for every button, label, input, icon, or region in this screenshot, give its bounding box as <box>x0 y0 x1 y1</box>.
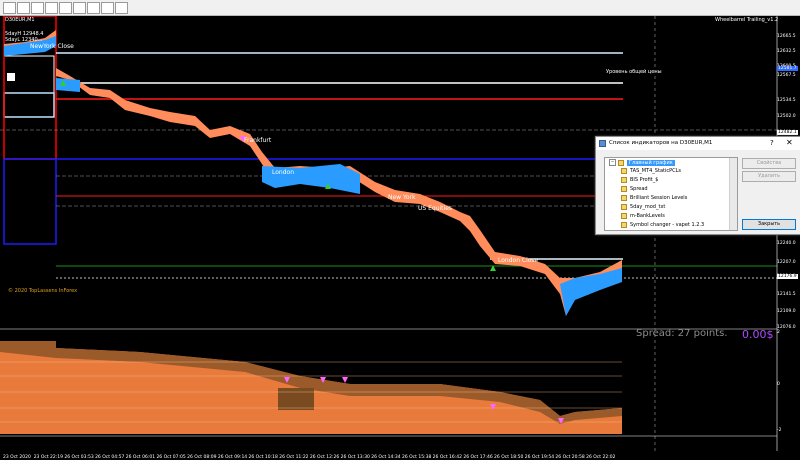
price-axis-label: 12632.5 <box>777 49 796 54</box>
toolbar-button-6[interactable] <box>73 2 86 14</box>
tree-item[interactable]: m-BankLevels <box>621 212 665 220</box>
time-axis-label: 26 Oct 18:50 <box>494 455 524 460</box>
marker-square <box>7 73 15 81</box>
symbol-title: D30EUR,M1 <box>5 17 35 23</box>
indicator-icon <box>621 212 627 219</box>
tree-item-label: Brilliant Session Levels <box>630 195 688 201</box>
indicator-icon <box>621 203 627 210</box>
time-axis-label: 26 Oct 06:01 <box>125 455 156 460</box>
spread-readout: Spread: 27 points. <box>636 328 728 339</box>
close-button[interactable]: Закрыть <box>742 219 796 230</box>
time-axis-label: 26 Oct 22:02 <box>586 455 616 460</box>
profit-readout: 0.00$ <box>742 328 774 341</box>
dialog-titlebar[interactable]: Список индикаторов на D30EUR,M1 ? ✕ <box>596 137 800 150</box>
tree-item-label: Symbol changer - vapet 1.2.3 <box>630 222 705 228</box>
tree-item-label: TAS_MT4_StaticPCLs <box>630 168 682 174</box>
time-axis-label: 26 Oct 13:30 <box>340 455 370 460</box>
time-axis-label: 23 Oct 2020 <box>3 455 31 460</box>
time-axis-label: 26 Oct 15:38 <box>401 455 432 460</box>
time-axis-label: 26 Oct 07:05 <box>156 455 186 460</box>
toolbar-button-8[interactable] <box>101 2 114 14</box>
price-tag-white: 12482.1 <box>777 130 798 135</box>
dialog-title: Список индикаторов на D30EUR,M1 <box>609 140 713 146</box>
session-london-close: London Close <box>498 257 539 264</box>
help-button[interactable]: ? <box>770 139 774 147</box>
time-axis-label: 26 Oct 10:18 <box>248 455 278 460</box>
sub-axis-top: 2 <box>777 330 780 335</box>
delete-button[interactable]: Удалить <box>742 171 796 182</box>
price-tag-current: 12176.9 <box>777 274 798 279</box>
indicator-tree[interactable]: − Главный график TAS_MT4_StaticPCLs BIS Pr… <box>604 157 738 231</box>
time-axis-label: 26 Oct 09:14 <box>217 455 248 460</box>
time-axis-label: 26 Oct 08:09 <box>187 455 217 460</box>
price-axis-label: 12109.0 <box>777 309 796 314</box>
time-axis-label: 26 Oct 19:54 <box>524 455 555 460</box>
price-tag-blue: 12581.7 <box>777 66 798 71</box>
tree-item[interactable]: TAS_MT4_StaticPCLs <box>621 167 681 175</box>
price-axis-label: 12207.0 <box>777 260 796 265</box>
tree-item[interactable]: BIS Profit_$ <box>621 176 658 184</box>
indicator-name: Wheelbarrel Trailing_v1.2 <box>715 17 779 23</box>
newyork-close-label: NewYork Close <box>30 43 74 50</box>
properties-button[interactable]: Свойства <box>742 158 796 169</box>
indicators-dialog[interactable]: Список индикаторов на D30EUR,M1 ? ✕ − Гла… <box>595 136 800 235</box>
price-axis-label: 12534.5 <box>777 98 796 103</box>
toolbar-button-1[interactable] <box>3 2 16 14</box>
indicator-icon <box>621 176 627 183</box>
close-icon[interactable]: ✕ <box>786 138 793 147</box>
session-us-equities: US Equities <box>418 205 453 212</box>
indicator-icon <box>621 221 627 228</box>
time-axis-label: 26 Oct 11:22 <box>279 455 309 460</box>
time-axis-label: 26 Oct 12:26 <box>309 455 340 460</box>
common-price-label: Уровень общей цены <box>606 69 662 75</box>
price-ribbon-blue-2 <box>56 78 80 92</box>
indicator-icon <box>621 194 627 201</box>
copyright: © 2020 TopLassens InForex <box>8 288 78 294</box>
tree-item-label: m-BankLevels <box>630 213 665 219</box>
tree-item-label: BIS Profit_$ <box>630 177 659 183</box>
toolbar-button-2[interactable] <box>17 2 30 14</box>
time-axis-label: 26 Oct 14:34 <box>371 455 401 460</box>
price-axis-label: 12141.5 <box>777 292 796 297</box>
tree-root-label: Главный график <box>627 160 675 166</box>
tree-item[interactable]: Symbol changer - vapet 1.2.3 <box>621 221 704 229</box>
toolbar <box>0 0 800 16</box>
sub-axis-bottom: -2 <box>777 428 782 433</box>
indicator-gap <box>278 388 314 410</box>
price-axis-label: 12240.0 <box>777 241 796 246</box>
tree-scrollbar[interactable] <box>729 158 737 230</box>
tree-item[interactable]: Brilliant Session Levels <box>621 194 687 202</box>
price-axis-label: 12567.5 <box>777 73 796 78</box>
session-london: London <box>272 169 294 176</box>
session-box-blue <box>3 158 57 245</box>
session-newyork: New York <box>388 194 416 201</box>
time-axis-label: 26 Oct 04:57 <box>95 455 125 460</box>
time-axis-label: 26 Oct 16:42 <box>432 455 462 460</box>
tree-item[interactable]: 5day_mod_txt <box>621 203 665 211</box>
tree-root[interactable]: − Главный график <box>609 159 675 167</box>
toolbar-button-7[interactable] <box>87 2 100 14</box>
indicator-icon <box>621 185 627 192</box>
toolbar-button-3[interactable] <box>31 2 44 14</box>
session-frankfurt: Frankfurt <box>244 137 272 144</box>
time-axis-label: 26 Oct 20:58 <box>555 455 585 460</box>
price-axis-label: 12665.5 <box>777 34 796 39</box>
tree-item-label: 5day_mod_txt <box>630 204 666 210</box>
time-axis-label: 23 Oct 22:19 <box>33 455 64 460</box>
tree-item-label: Spread <box>630 186 648 192</box>
sell-arrow-icon <box>342 377 348 383</box>
session-box-lightblue <box>3 92 55 118</box>
collapse-icon[interactable]: − <box>609 159 616 166</box>
dialog-app-icon <box>599 140 606 147</box>
tree-item[interactable]: Spread <box>621 185 648 193</box>
time-axis-label: 26 Oct 03:53 <box>64 455 94 460</box>
toolbar-button-9[interactable] <box>115 2 128 14</box>
toolbar-button-5[interactable] <box>59 2 72 14</box>
toolbar-button-4[interactable] <box>45 2 58 14</box>
indicator-icon <box>621 167 627 174</box>
price-axis-label: 12502.0 <box>777 114 796 119</box>
sub-axis-mid: 0 <box>777 382 780 387</box>
chart-folder-icon <box>618 159 624 166</box>
time-axis-label: 26 Oct 17:46 <box>463 455 493 460</box>
